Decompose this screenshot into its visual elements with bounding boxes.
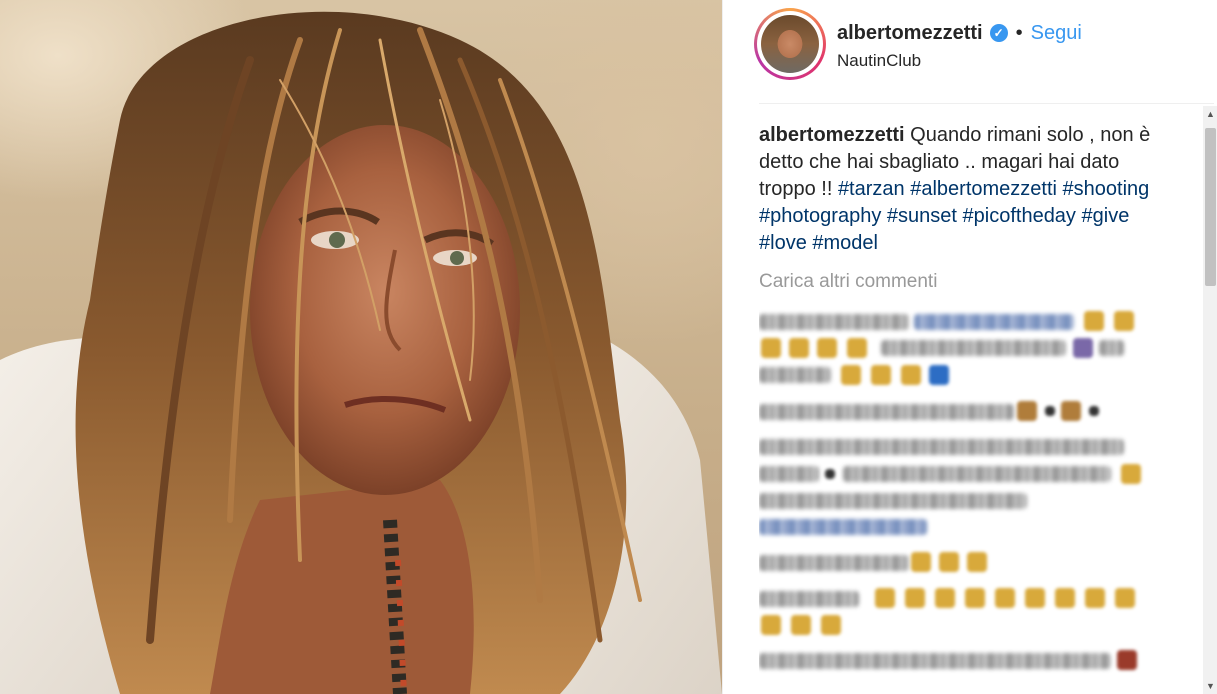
location-link[interactable]: NautinClub: [837, 51, 921, 71]
hashtag[interactable]: #albertomezzetti: [910, 178, 1057, 200]
comments-scrollbar[interactable]: ▲ ▼: [1203, 106, 1217, 694]
hashtag[interactable]: #sunset: [887, 205, 957, 227]
username-link[interactable]: albertomezzetti: [837, 22, 983, 45]
caption-username[interactable]: albertomezzetti: [759, 124, 905, 146]
load-more-comments[interactable]: Carica altri commenti: [759, 271, 937, 293]
verified-badge-icon: ✓: [989, 24, 1008, 42]
hashtag[interactable]: #shooting: [1063, 178, 1150, 200]
follow-button[interactable]: Segui: [1031, 22, 1082, 45]
hashtag[interactable]: #picoftheday: [963, 205, 1076, 227]
username-row: albertomezzetti ✓ • Segui: [837, 20, 1082, 46]
post-header: albertomezzetti ✓ • Segui NautinClub: [723, 0, 1217, 104]
post-caption: albertomezzetti Quando rimani solo , non…: [759, 122, 1179, 257]
scroll-up-arrow-icon[interactable]: ▲: [1203, 106, 1217, 122]
scrollbar-thumb[interactable]: [1205, 128, 1216, 286]
portrait-image: [0, 11, 722, 694]
comments-list[interactable]: albertomezzetti Quando rimani solo , non…: [759, 104, 1205, 694]
scroll-down-arrow-icon[interactable]: ▼: [1203, 678, 1217, 694]
hashtag[interactable]: #love: [759, 232, 807, 254]
avatar-image: [761, 15, 819, 73]
hashtag[interactable]: #tarzan: [838, 178, 905, 200]
hashtag[interactable]: #give: [1082, 205, 1130, 227]
hashtag[interactable]: #photography: [759, 205, 881, 227]
post-side-panel: albertomezzetti ✓ • Segui NautinClub alb…: [722, 0, 1217, 694]
post-photo[interactable]: [0, 0, 722, 694]
hashtag[interactable]: #model: [812, 232, 878, 254]
story-ring[interactable]: [754, 8, 826, 80]
avatar[interactable]: [757, 11, 823, 77]
separator-dot: •: [1015, 21, 1023, 44]
